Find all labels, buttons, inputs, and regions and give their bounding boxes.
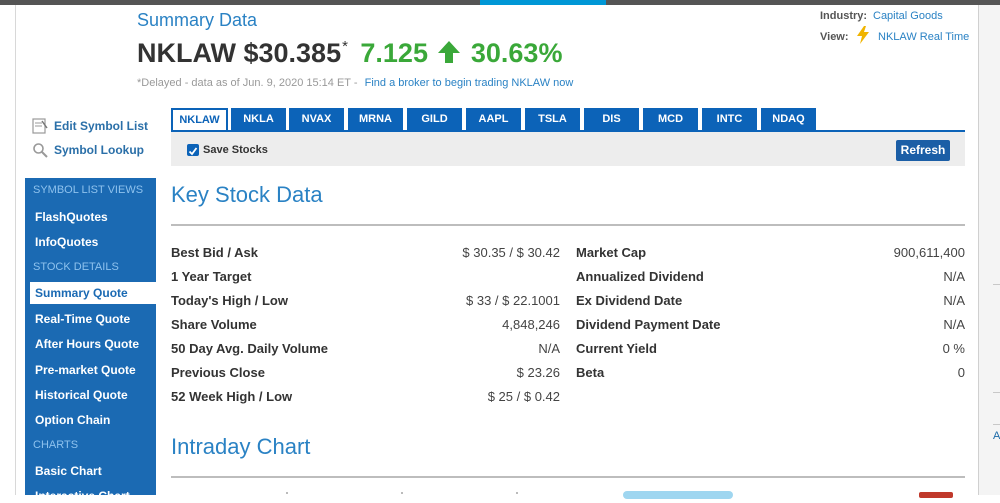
right-strip-letter: A xyxy=(993,430,1000,442)
nav-item-realtime-quote[interactable]: Real-Time Quote xyxy=(35,312,130,326)
row-value: N/A xyxy=(943,269,965,284)
row-label: Best Bid / Ask xyxy=(171,245,258,260)
tab-mcd[interactable]: MCD xyxy=(643,108,698,130)
industry-link[interactable]: Capital Goods xyxy=(873,10,943,22)
row-value: N/A xyxy=(943,293,965,308)
tab-tsla[interactable]: TSLA xyxy=(525,108,580,130)
row-value: N/A xyxy=(943,317,965,332)
nav-item-after-hours-quote[interactable]: After Hours Quote xyxy=(35,337,139,351)
percent-change: 30.63% xyxy=(470,38,563,68)
key-stock-divider xyxy=(171,224,965,226)
nav-section-charts: CHARTS xyxy=(33,439,79,451)
tab-aapl[interactable]: AAPL xyxy=(466,108,521,130)
chart-dot xyxy=(286,492,288,494)
nav-item-summary-quote-label: Summary Quote xyxy=(35,286,128,300)
nav-item-flashquotes[interactable]: FlashQuotes xyxy=(35,210,108,224)
row-label: Annualized Dividend xyxy=(576,269,704,284)
edit-list-icon xyxy=(32,118,48,134)
row-value: $ 25 / $ 0.42 xyxy=(487,389,560,404)
symbol-lookup-link[interactable]: Symbol Lookup xyxy=(32,142,144,158)
save-stocks-checkbox[interactable] xyxy=(187,144,199,156)
up-arrow-icon xyxy=(438,41,461,63)
tab-nklaw[interactable]: NKLAW xyxy=(171,108,228,130)
delayed-data-note: *Delayed - data as of Jun. 9, 2020 15:14… xyxy=(137,77,573,89)
nav-item-option-chain[interactable]: Option Chain xyxy=(35,413,110,427)
row-label: Dividend Payment Date xyxy=(576,317,721,332)
key-stock-data-title: Key Stock Data xyxy=(171,182,323,207)
nav-item-infoquotes[interactable]: InfoQuotes xyxy=(35,235,98,249)
quote-line: NKLAW $30.385* 7.125 30.63% xyxy=(137,38,562,69)
nav-section-stock-details: STOCK DETAILS xyxy=(33,261,119,273)
tab-intc[interactable]: INTC xyxy=(702,108,757,130)
edit-symbol-list-link[interactable]: Edit Symbol List xyxy=(32,118,148,134)
row-value: N/A xyxy=(538,341,560,356)
summary-data-title: Summary Data xyxy=(137,10,258,30)
intraday-chart-preview xyxy=(171,482,965,499)
chart-dot xyxy=(401,492,403,494)
row-value: 0 xyxy=(957,365,965,380)
right-strip-divider xyxy=(993,424,1000,425)
nav-item-premarket-quote[interactable]: Pre-market Quote xyxy=(35,363,136,377)
tab-nvax[interactable]: NVAX xyxy=(289,108,344,130)
save-stocks-label: Save Stocks xyxy=(203,144,268,156)
row-label: Beta xyxy=(576,365,605,380)
row-value: 4,848,246 xyxy=(502,317,560,332)
row-label: Share Volume xyxy=(171,317,257,332)
row-label: 50 Day Avg. Daily Volume xyxy=(171,341,329,356)
nav-item-basic-chart[interactable]: Basic Chart xyxy=(35,464,102,478)
row-label: Ex Dividend Date xyxy=(576,293,683,308)
row-label: Market Cap xyxy=(576,245,647,260)
row-value: $ 30.35 / $ 30.42 xyxy=(462,245,560,260)
delayed-marker: * xyxy=(342,38,348,55)
net-change: 7.125 xyxy=(360,38,428,68)
tab-mrna[interactable]: MRNA xyxy=(348,108,403,130)
page-left-border xyxy=(15,5,16,495)
checkmark-icon xyxy=(188,147,198,156)
lightning-icon xyxy=(857,26,869,44)
right-strip-divider xyxy=(993,392,1000,393)
intraday-chart-title: Intraday Chart xyxy=(171,434,311,459)
refresh-button[interactable]: Refresh xyxy=(896,140,950,161)
search-icon xyxy=(33,143,48,158)
nav-item-historical-quote[interactable]: Historical Quote xyxy=(35,388,128,402)
chart-range-selector[interactable] xyxy=(623,491,733,499)
symbol-price: NKLAW $30.385 xyxy=(137,38,342,68)
view-label: View: xyxy=(820,31,849,43)
real-time-link[interactable]: NKLAW Real Time xyxy=(878,31,969,43)
intraday-divider xyxy=(171,476,965,478)
chart-dot xyxy=(516,492,518,494)
tab-dis[interactable]: DIS xyxy=(584,108,639,130)
chart-control-button[interactable] xyxy=(919,492,953,498)
row-label: Previous Close xyxy=(171,365,265,380)
row-label: Today's High / Low xyxy=(171,293,288,308)
tab-ndaq[interactable]: NDAQ xyxy=(761,108,816,130)
row-value: 900,611,400 xyxy=(893,245,965,260)
find-broker-link[interactable]: Find a broker to begin trading NKLAW now xyxy=(365,77,574,89)
tab-nkla[interactable]: NKLA xyxy=(231,108,286,130)
nav-item-summary-quote[interactable]: Summary Quote xyxy=(30,282,156,304)
row-value: $ 33 / $ 22.1001 xyxy=(466,293,560,308)
row-label: Current Yield xyxy=(576,341,657,356)
edit-symbol-list-label: Edit Symbol List xyxy=(54,119,149,133)
tab-gild[interactable]: GILD xyxy=(407,108,462,130)
row-label: 1 Year Target xyxy=(171,269,252,284)
row-value: 0 % xyxy=(942,341,965,356)
save-stocks-bar: Save Stocks Refresh xyxy=(171,132,965,166)
delayed-text: *Delayed - data as of Jun. 9, 2020 15:14… xyxy=(137,77,358,89)
right-strip-divider xyxy=(993,284,1000,285)
left-navigation: SYMBOL LIST VIEWS FlashQuotes InfoQuotes… xyxy=(25,178,156,503)
row-label: 52 Week High / Low xyxy=(171,389,293,404)
nav-item-interactive-chart[interactable]: Interactive Chart xyxy=(35,489,130,503)
right-sidebar-strip xyxy=(979,5,1000,495)
top-bar-highlight xyxy=(480,0,606,5)
industry-label: Industry: xyxy=(820,10,868,22)
symbol-lookup-label: Symbol Lookup xyxy=(54,143,144,157)
row-value: $ 23.26 xyxy=(516,365,560,380)
nav-section-symbol-list-views: SYMBOL LIST VIEWS xyxy=(33,184,144,196)
browser-top-bar xyxy=(0,0,1000,5)
